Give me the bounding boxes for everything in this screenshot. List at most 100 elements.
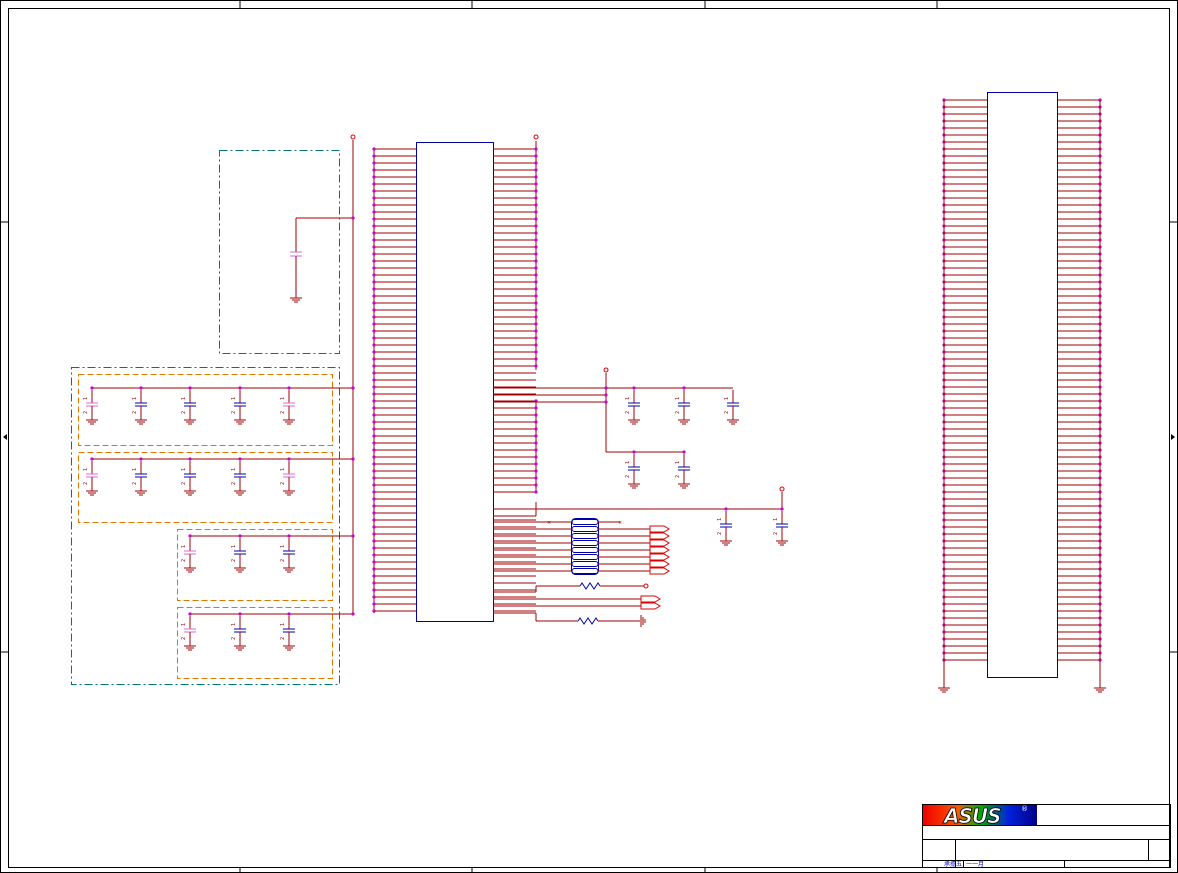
junction-dot <box>534 483 538 487</box>
ground-symbol <box>234 642 246 651</box>
junction-dot <box>534 448 538 452</box>
capacitor-symbol: 12 <box>231 538 246 573</box>
junction-dot <box>238 534 242 538</box>
capacitor-symbol: 12 <box>181 390 196 425</box>
title-block-label-left: 承擔五 <box>944 860 962 868</box>
cap-pin-label: 1 <box>83 397 89 400</box>
junction-dot <box>372 245 376 249</box>
junction-dot <box>534 469 538 473</box>
junction-dot <box>534 245 538 249</box>
signal-network: 12121212121212× × <box>493 367 788 627</box>
junction-dot <box>139 386 143 390</box>
junction-dot <box>372 546 376 550</box>
junction-dot <box>534 203 538 207</box>
junction-dot <box>534 490 538 494</box>
junction-dot <box>604 400 608 404</box>
junction-dot <box>534 308 538 312</box>
ground-symbol <box>283 416 295 425</box>
cap-pin-label: 2 <box>280 411 286 414</box>
junction-dot <box>372 294 376 298</box>
net-flag-symbol <box>649 567 670 575</box>
junction-dot <box>372 364 376 368</box>
junction-dot <box>534 441 538 445</box>
junction-dot <box>534 217 538 221</box>
junction-dot <box>287 534 291 538</box>
resistor-element <box>571 519 599 525</box>
junction-dot <box>534 210 538 214</box>
capacitor-symbol: 12 <box>625 390 640 425</box>
cap-pin-label: 2 <box>231 411 237 414</box>
junction-dot <box>372 539 376 543</box>
cap-pin-label: 2 <box>231 559 237 562</box>
power-rail-symbol <box>643 583 649 589</box>
junction-dot <box>724 507 728 511</box>
power-rail-symbol <box>603 367 609 373</box>
cap-pin-label: 2 <box>181 559 187 562</box>
junction-dot <box>534 322 538 326</box>
cap-pin-label: 1 <box>280 397 286 400</box>
junction-dot <box>372 357 376 361</box>
junction-dot <box>372 420 376 424</box>
cap-pin-label: 2 <box>773 532 779 535</box>
junction-dot <box>534 413 538 417</box>
junction-dot <box>372 189 376 193</box>
junction-dot <box>372 252 376 256</box>
junction-dot <box>534 238 538 242</box>
capacitor-symbol: 12 <box>773 511 788 546</box>
junction-dot <box>372 161 376 165</box>
junction-dot <box>372 385 376 389</box>
junction-dot <box>351 216 355 220</box>
capacitor-symbol: 12 <box>675 454 690 489</box>
resistor-element <box>571 568 599 574</box>
capacitor-symbol: 12 <box>675 390 690 425</box>
junction-dot <box>372 560 376 564</box>
ground-symbol <box>234 564 246 573</box>
resistor-symbol <box>536 582 644 590</box>
junction-dot <box>372 588 376 592</box>
junction-dot <box>372 532 376 536</box>
junction-dot <box>534 273 538 277</box>
capacitor-symbol: 12 <box>724 390 739 425</box>
ground-symbol <box>184 564 196 573</box>
junction-dot <box>372 315 376 319</box>
junction-dot <box>372 203 376 207</box>
junction-dot <box>372 273 376 277</box>
cap-pin-label: 2 <box>717 532 723 535</box>
junction-dot <box>534 315 538 319</box>
net-flag-symbol <box>649 553 670 561</box>
title-block-label-right: 一一月 <box>966 861 984 868</box>
junction-dot <box>534 147 538 151</box>
junction-dot <box>372 266 376 270</box>
junction-dot <box>238 386 242 390</box>
junction-dot <box>372 301 376 305</box>
resistor-body <box>577 617 599 625</box>
junction-dot <box>372 210 376 214</box>
resistor-element <box>571 547 599 553</box>
junction-dot <box>604 386 608 390</box>
cap-bank-outline-3 <box>177 529 333 601</box>
cap-bank-outline-2 <box>78 452 333 523</box>
junction-dot <box>534 406 538 410</box>
resistor-element <box>571 533 599 539</box>
junction-dot <box>372 609 376 613</box>
junction-dot <box>372 399 376 403</box>
capacitor-symbol: 12 <box>231 461 246 496</box>
junction-dot <box>780 507 784 511</box>
junction-dot <box>534 259 538 263</box>
ground-symbol <box>86 416 98 425</box>
decoupling-group-outlines <box>71 150 340 685</box>
capacitor-symbol: 12 <box>231 616 246 651</box>
cap-pin-label: 1 <box>625 397 631 400</box>
ground-symbol <box>283 487 295 496</box>
junction-dot <box>372 280 376 284</box>
junction-dot <box>351 612 355 616</box>
junction-dot <box>372 350 376 354</box>
ground-symbol <box>184 642 196 651</box>
junction-dot <box>372 462 376 466</box>
registered-mark: ® <box>1021 805 1028 813</box>
junction-dot <box>139 457 143 461</box>
junction-dot <box>372 336 376 340</box>
cap-pin-label: 2 <box>132 482 138 485</box>
junction-dot <box>534 294 538 298</box>
junction-dot <box>238 612 242 616</box>
